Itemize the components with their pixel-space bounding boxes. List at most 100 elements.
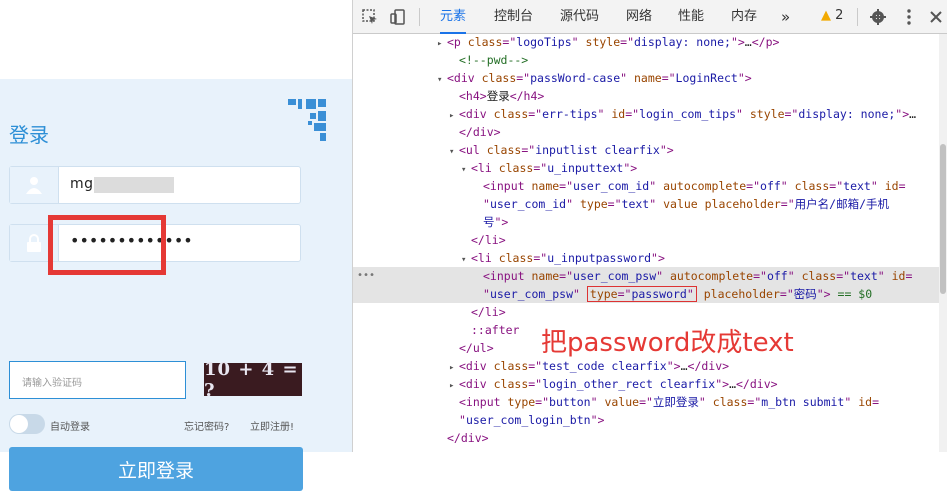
device-toggle-icon[interactable] [389, 8, 407, 26]
dom-line[interactable]: </li> [353, 231, 947, 249]
code-token: = [905, 269, 913, 283]
code-token: inputlist clearfix [535, 143, 660, 157]
tab-performance[interactable]: 性能 [678, 0, 704, 34]
dom-line[interactable]: "user_com_id" type="text" value placehol… [353, 195, 947, 213]
register-link[interactable]: 立即注册! [250, 418, 294, 433]
code-token: display: none; [634, 35, 731, 49]
dom-line[interactable]: ▾ <li class="u_inputpassword"> [353, 249, 947, 267]
code-token: 密码 [793, 287, 817, 301]
tab-console[interactable]: 控制台 [494, 0, 533, 34]
dom-line[interactable]: ▾ <div class="passWord-case" name="LoginR… [353, 69, 947, 87]
user-icon [10, 167, 59, 203]
dom-line[interactable]: <input name="user_com_id" autocomplete="… [353, 177, 947, 195]
dom-line-content: </li> [461, 303, 506, 321]
code-token: … [909, 107, 917, 121]
code-token: =" [625, 107, 640, 121]
code-token: " [571, 35, 586, 49]
captcha-input[interactable]: 请输入验证码 [9, 361, 186, 399]
dom-line[interactable]: </div> [353, 429, 947, 447]
code-token: <p [447, 35, 468, 49]
annotation-text: 把password改成text [541, 328, 794, 358]
dom-line-content: <input name="user_com_id" autocomplete="… [473, 177, 906, 195]
dom-line[interactable]: ••• <input name="user_com_psw" autocomple… [353, 267, 947, 285]
code-token: " [787, 269, 802, 283]
code-token: =" [661, 71, 676, 85]
more-options-icon[interactable] [900, 8, 918, 26]
inspect-icon[interactable] [361, 8, 379, 26]
code-token: display: none; [798, 107, 896, 121]
code-token: "> [666, 359, 681, 373]
code-token: =" [528, 359, 543, 373]
code-token: class [712, 395, 748, 409]
tab-elements[interactable]: 元素 [440, 0, 467, 34]
dom-line[interactable]: ▸ <p class="logoTips" style="display: non… [353, 33, 947, 51]
code-token: class [467, 35, 503, 49]
dom-line[interactable]: ▸ <div class="login_other_rect clearfix">… [353, 375, 947, 393]
scrollbar-thumb[interactable] [940, 144, 946, 294]
code-token: <div [447, 71, 482, 85]
code-token: " [780, 179, 795, 193]
code-token: style [585, 35, 621, 49]
dom-line[interactable]: 号"> [353, 213, 947, 231]
password-highlight-box [48, 215, 166, 275]
code-token: =" [516, 71, 531, 85]
warnings-badge[interactable]: ▲ 2 [821, 8, 843, 23]
code-token: " [590, 395, 605, 409]
code-token: =" [639, 395, 653, 409]
code-token: " [620, 71, 634, 85]
dom-line-content: ▾ <div class="passWord-case" name="LoginR… [437, 69, 752, 89]
tab-memory[interactable]: 内存 [731, 0, 757, 34]
dom-line[interactable]: <h4>登录</h4> [353, 87, 947, 105]
tab-sources[interactable]: 源代码 [560, 0, 599, 34]
code-token: " [736, 107, 750, 121]
code-token: "> [816, 287, 838, 301]
code-token: login_com_tips [639, 107, 737, 121]
code-token: text [621, 197, 650, 211]
code-token: </div> [459, 125, 501, 139]
dom-line[interactable]: ▸ <div class="test_code clearfix">…</div> [353, 357, 947, 375]
login-title: 登录 [9, 123, 49, 147]
dom-line[interactable]: <input type="button" value="立即登录" class=… [353, 393, 947, 411]
dom-line[interactable]: ▸ <div class="err-tips" id="login_com_tip… [353, 105, 947, 123]
node-actions-ellipsis[interactable]: ••• [357, 267, 375, 285]
dom-line[interactable]: </li> [353, 303, 947, 321]
dom-line[interactable]: ▾ <li class="u_inputtext"> [353, 159, 947, 177]
login-button[interactable]: 立即登录 [9, 447, 303, 491]
settings-gear-icon[interactable] [869, 8, 887, 26]
dom-line-content: ::after [461, 321, 519, 339]
dom-scrollbar[interactable] [939, 34, 947, 452]
code-token: "> [623, 161, 638, 175]
code-token: " [698, 395, 713, 409]
code-token: =" [780, 197, 795, 211]
code-token: logoTips [516, 35, 572, 49]
code-token: </div> [736, 377, 778, 391]
tab-network[interactable]: 网络 [626, 0, 652, 34]
code-token: =" [533, 251, 548, 265]
forgot-password-link[interactable]: 忘记密码? [184, 418, 229, 433]
close-icon[interactable] [927, 8, 945, 26]
code-token: m_btn submit [761, 395, 845, 409]
username-field[interactable]: mg 9 [9, 166, 301, 204]
code-token: <!--pwd--> [459, 53, 529, 67]
code-token: type [579, 197, 608, 211]
dom-line[interactable]: "user_com_psw" type="password" placehold… [353, 285, 947, 303]
code-token: = [898, 179, 906, 193]
dom-line-content: </div> [449, 123, 501, 141]
more-tabs-button[interactable]: » [781, 0, 790, 34]
dom-line[interactable]: "user_com_login_btn"> [353, 411, 947, 429]
code-token: off [760, 179, 781, 193]
dom-line[interactable]: </div> [353, 123, 947, 141]
qr-code-icon[interactable] [286, 97, 328, 145]
auto-login-toggle[interactable] [9, 414, 45, 434]
dom-line[interactable]: <!--pwd--> [353, 51, 947, 69]
dom-line-content: <h4>登录</h4> [449, 87, 544, 105]
dom-line[interactable]: ▾ <ul class="inputlist clearfix"> [353, 141, 947, 159]
code-token: " [597, 107, 612, 121]
code-token: class [493, 359, 529, 373]
dom-line-content: <input name="user_com_psw" autocomplete=… [473, 267, 912, 285]
code-token: =" [559, 179, 574, 193]
captcha-image[interactable]: 10 + 4 = ? [204, 359, 302, 401]
code-token: class [481, 71, 517, 85]
code-token: =" [533, 161, 548, 175]
